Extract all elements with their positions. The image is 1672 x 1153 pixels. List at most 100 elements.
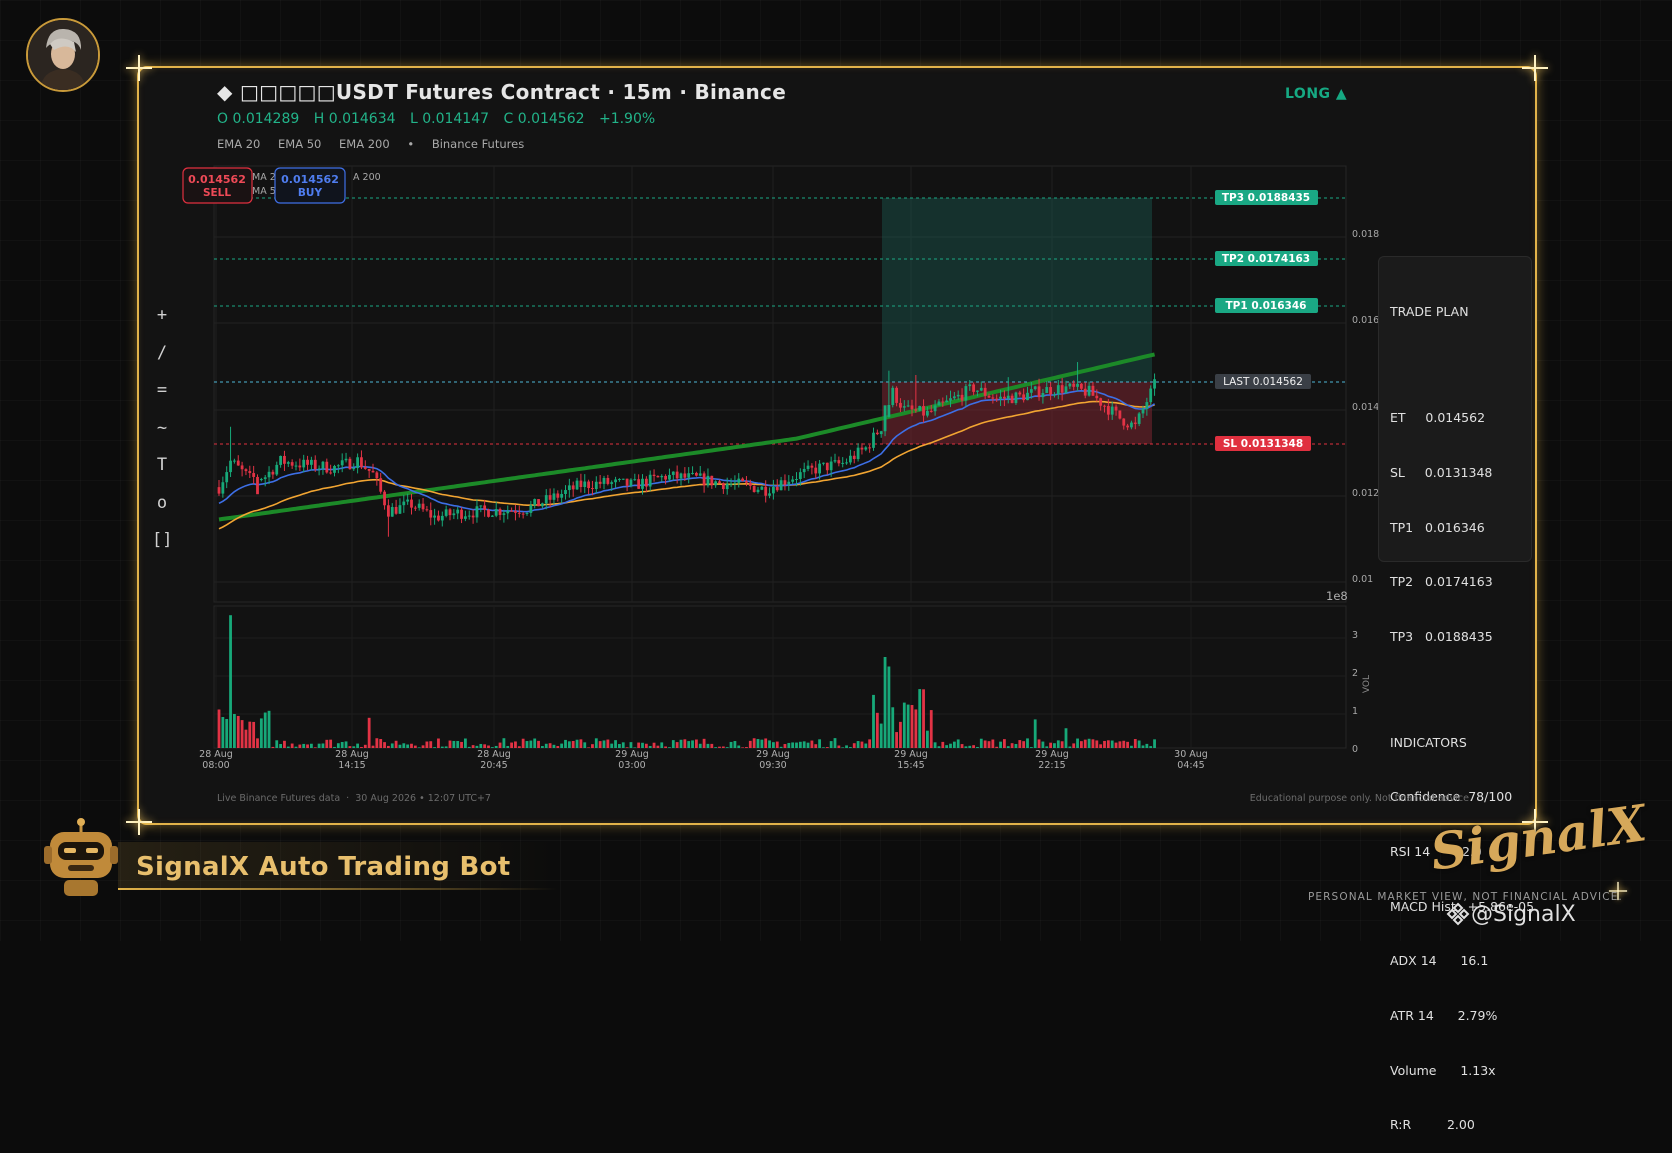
volume-bar: [721, 746, 725, 748]
volume-bar: [922, 689, 925, 748]
sl-tag: SL 0.0131348: [1215, 436, 1311, 451]
price-pane[interactable]: [213, 165, 1347, 603]
volume-bar: [1106, 740, 1110, 748]
volume-bar: [452, 740, 456, 748]
volume-pane[interactable]: [213, 605, 1347, 749]
volume-bar: [945, 745, 949, 748]
sl-label: SL 0.0131348: [1223, 438, 1303, 450]
candle-body: [964, 386, 968, 401]
volume-bar: [521, 738, 525, 748]
buy-button[interactable]: 0.014562 BUY: [274, 167, 346, 204]
candle-body: [552, 493, 556, 500]
trade-plan-panel: TRADE PLAN ET 0.014562 SL 0.0131348 TP1 …: [1378, 256, 1534, 1132]
candle-body: [452, 513, 456, 516]
sell-label: SELL: [203, 187, 231, 199]
price-tick: 0.012: [1352, 488, 1379, 499]
candle-body: [741, 478, 744, 482]
volume-bar: [325, 739, 329, 748]
candle-body: [1056, 385, 1060, 395]
candle-body: [1010, 395, 1014, 404]
candle-body: [333, 466, 336, 473]
time-tick-time: 08:00: [202, 760, 229, 771]
candle-body: [387, 505, 390, 517]
candle-body: [775, 486, 779, 491]
volume-bar: [321, 743, 325, 748]
volume-bar: [310, 743, 313, 748]
tp2-label: TP2 0.0174163: [1222, 253, 1310, 265]
volume-bar: [259, 718, 263, 748]
volume-bar: [795, 742, 798, 748]
volume-bar: [668, 747, 671, 748]
last-price-tag: LAST 0.014562: [1215, 374, 1311, 389]
volume-bar: [968, 745, 972, 748]
time-tick-time: 09:30: [759, 760, 786, 771]
candle-body: [945, 400, 949, 403]
volume-bar: [448, 740, 452, 748]
volume-bar: [602, 740, 606, 748]
candle-body: [429, 510, 433, 518]
volume-bar: [849, 747, 852, 748]
candle-body: [425, 509, 429, 511]
volume-bar: [1010, 743, 1014, 748]
volume-bar: [548, 743, 552, 748]
sell-button[interactable]: 0.014562 SELL: [182, 167, 253, 204]
candle-body: [1080, 383, 1083, 389]
volume-bar: [1087, 738, 1091, 748]
volume-bar: [1014, 743, 1018, 748]
candle-body: [644, 478, 648, 487]
candle-body: [875, 432, 879, 435]
trade-plan-title: TRADE PLAN: [1390, 304, 1469, 320]
volume-bar: [283, 740, 286, 748]
candle-body: [1045, 387, 1049, 393]
candle-body: [390, 506, 394, 517]
time-tick-time: 22:15: [1038, 760, 1065, 771]
time-tick-date: 29 Aug: [894, 749, 928, 760]
social-handle[interactable]: @SignalX: [1471, 902, 1576, 927]
candle-body: [579, 480, 583, 488]
volume-bar: [875, 712, 879, 748]
volume-bar: [664, 746, 667, 748]
volume-bar: [579, 739, 583, 748]
candle-body: [733, 482, 737, 484]
candle-body: [818, 463, 821, 474]
volume-bar: [456, 740, 460, 748]
candle-body: [618, 479, 621, 481]
volume-bar: [1153, 739, 1156, 748]
volume-bar: [964, 746, 968, 748]
volume-bar: [802, 741, 806, 748]
candle-body: [575, 480, 579, 490]
time-tick-date: 29 Aug: [1035, 749, 1069, 760]
candle-body: [1072, 383, 1076, 387]
candle-body: [417, 503, 421, 508]
volume-bar: [1006, 746, 1010, 748]
candle-body: [845, 462, 848, 464]
candle-body: [891, 387, 895, 405]
candle-body: [764, 486, 768, 496]
volume-bar: [233, 714, 236, 748]
candle-body: [259, 479, 263, 481]
volume-bar: [248, 721, 252, 748]
volume-bar: [648, 745, 652, 748]
stop-loss-level: SL 0.0131348: [1390, 465, 1493, 481]
volume-bar: [976, 746, 979, 748]
volume-bar: [610, 743, 614, 748]
candle-body: [718, 481, 721, 484]
volume-bar: [533, 738, 537, 748]
volume-tick: 3: [1352, 630, 1358, 641]
candle-body: [902, 406, 906, 408]
candle-body: [502, 513, 506, 515]
candle-body: [510, 510, 513, 512]
candle-body: [275, 464, 279, 475]
volume-bar: [583, 742, 587, 748]
candle-body: [768, 493, 771, 496]
candle-body: [1137, 413, 1141, 424]
volume-bar: [1033, 719, 1037, 748]
tp2-level: TP2 0.0174163: [1390, 574, 1493, 590]
volume-bar: [1072, 743, 1076, 748]
volume-bar: [544, 743, 548, 748]
volume-bar: [745, 747, 748, 748]
candle-body: [360, 457, 363, 468]
candle-body: [787, 481, 791, 485]
candle-body: [306, 459, 309, 465]
candle-body: [437, 515, 440, 521]
